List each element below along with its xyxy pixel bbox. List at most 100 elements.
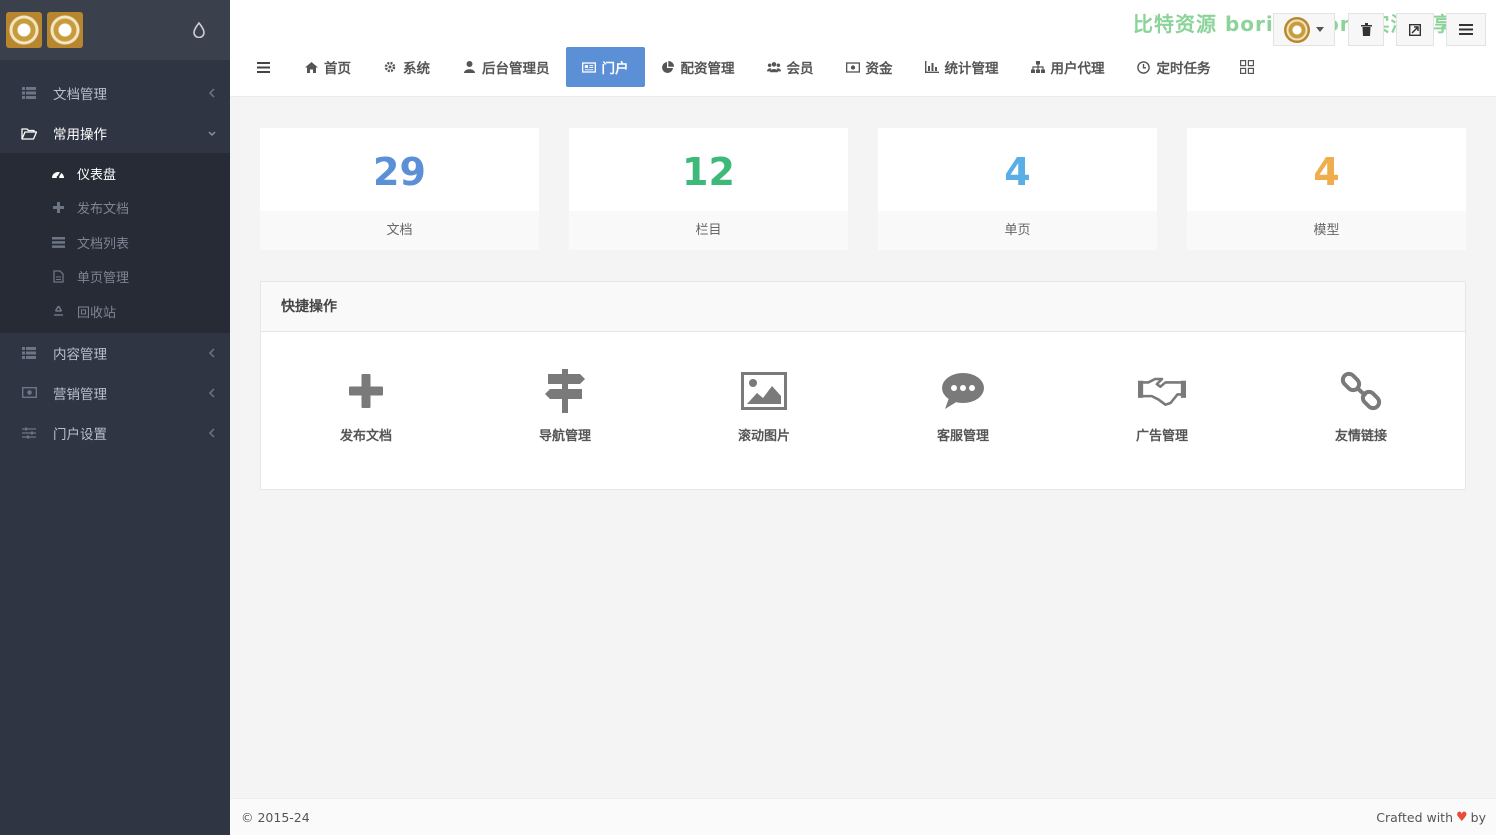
sitemap-icon xyxy=(1030,60,1045,74)
tab-label: 统计管理 xyxy=(944,61,999,77)
sidebar-subitem-label: 单页管理 xyxy=(77,271,130,287)
credit-suffix: by xyxy=(1470,810,1486,825)
quick-label: 客服管理 xyxy=(936,429,989,444)
quick-navigation[interactable]: 导航管理 xyxy=(495,367,635,457)
chevron-left-icon xyxy=(208,387,215,398)
sidebar-item-content[interactable]: 内容管理 xyxy=(0,333,230,373)
tab-funds[interactable]: 资金 xyxy=(830,47,909,87)
tab-label: 定时任务 xyxy=(1156,61,1211,77)
trash-icon xyxy=(1360,23,1372,36)
tab-statistics[interactable]: 统计管理 xyxy=(909,47,1015,87)
theme-drop-icon[interactable] xyxy=(193,22,205,38)
logo-secondary[interactable] xyxy=(47,12,83,48)
logo[interactable] xyxy=(6,12,42,48)
stat-label: 单页 xyxy=(878,211,1157,250)
chevron-down-icon xyxy=(208,131,216,137)
user-icon xyxy=(462,60,476,74)
clear-cache-button[interactable] xyxy=(1348,13,1384,46)
tab-admins[interactable]: 后台管理员 xyxy=(446,47,566,87)
credit-prefix: Crafted with xyxy=(1376,810,1453,825)
stat-value: 4 xyxy=(1004,150,1031,194)
tab-scheduled-tasks[interactable]: 定时任务 xyxy=(1121,47,1227,87)
more-apps-button[interactable] xyxy=(1227,47,1267,87)
quick-publish-doc[interactable]: 发布文档 xyxy=(296,367,436,457)
file-icon xyxy=(51,270,65,284)
sidebar-item-label: 内容管理 xyxy=(53,346,107,363)
sidebar-subitem-pages[interactable]: 单页管理 xyxy=(0,260,230,295)
gear-icon xyxy=(383,60,397,74)
quick-ads[interactable]: 广告管理 xyxy=(1092,367,1232,457)
sidebar-item-docs[interactable]: 文档管理 xyxy=(0,73,230,113)
sidebar-item-portal-settings[interactable]: 门户设置 xyxy=(0,413,230,453)
tab-label: 门户 xyxy=(601,61,629,77)
stat-value: 29 xyxy=(373,150,426,194)
quick-actions-panel: 快捷操作 发布文档 导航管理 滚动图片 客服管理 广告管理 友情链接 xyxy=(260,281,1466,490)
top-navbar: 比特资源 bori99.com 实测分享 首页 系统 后台管理员 门户 xyxy=(230,0,1496,97)
money-icon xyxy=(21,386,37,400)
quick-customer-service[interactable]: 客服管理 xyxy=(893,367,1033,457)
tab-home[interactable]: 首页 xyxy=(296,47,367,87)
money-icon xyxy=(845,60,860,74)
tab-label: 用户代理 xyxy=(1050,61,1105,77)
newspaper-icon xyxy=(581,60,596,74)
link-icon xyxy=(1337,367,1385,415)
sidebar-toggle-button[interactable] xyxy=(230,47,296,87)
avatar xyxy=(1284,16,1310,43)
quick-slider-images[interactable]: 滚动图片 xyxy=(694,367,834,457)
external-link-button[interactable] xyxy=(1396,13,1434,46)
sidebar-subitem-label: 发布文档 xyxy=(77,202,130,218)
tab-portal[interactable]: 门户 xyxy=(565,47,645,87)
tab-system[interactable]: 系统 xyxy=(367,47,446,87)
list-icon xyxy=(21,86,37,100)
tab-label: 资金 xyxy=(865,61,893,77)
chevron-left-icon xyxy=(208,427,215,438)
list-icon xyxy=(51,235,65,249)
tab-agents[interactable]: 用户代理 xyxy=(1015,47,1121,87)
quick-label: 友情链接 xyxy=(1334,429,1387,444)
stat-label: 文档 xyxy=(260,211,539,250)
tab-financing[interactable]: 配资管理 xyxy=(645,47,751,87)
stat-label: 模型 xyxy=(1187,211,1466,250)
quick-label: 滚动图片 xyxy=(737,429,790,444)
sidebar-item-common[interactable]: 常用操作 xyxy=(0,113,230,153)
users-icon xyxy=(766,60,781,74)
stat-card-models[interactable]: 4 模型 xyxy=(1187,128,1466,250)
sidebar-item-marketing[interactable]: 营销管理 xyxy=(0,373,230,413)
settings-panel-button[interactable] xyxy=(1446,13,1486,46)
sidebar-item-label: 营销管理 xyxy=(53,386,107,403)
plus-icon xyxy=(342,367,390,415)
folder-open-icon xyxy=(21,126,37,140)
chevron-left-icon xyxy=(208,347,215,358)
sidebar-subitem-label: 文档列表 xyxy=(77,236,130,252)
quick-friend-links[interactable]: 友情链接 xyxy=(1291,367,1431,457)
user-menu-button[interactable] xyxy=(1273,13,1335,46)
heart-icon: ♥ xyxy=(1456,810,1468,825)
sidebar-subitem-dashboard[interactable]: 仪表盘 xyxy=(0,156,230,191)
tab-label: 配资管理 xyxy=(680,61,735,77)
stat-label: 栏目 xyxy=(569,211,848,250)
image-icon xyxy=(740,367,788,415)
clock-icon xyxy=(1137,60,1151,74)
quick-label: 广告管理 xyxy=(1135,429,1188,444)
sidebar-subitem-label: 仪表盘 xyxy=(77,167,117,183)
bar-chart-icon xyxy=(924,60,939,74)
plus-icon xyxy=(51,201,65,215)
stat-card-columns[interactable]: 12 栏目 xyxy=(569,128,848,250)
stat-card-pages[interactable]: 4 单页 xyxy=(878,128,1157,250)
chevron-left-icon xyxy=(208,88,215,98)
footer-credit: Crafted with ♥ by xyxy=(1376,810,1486,825)
chat-icon xyxy=(939,367,987,415)
stat-card-documents[interactable]: 29 文档 xyxy=(260,128,539,250)
sidebar-subitem-doclist[interactable]: 文档列表 xyxy=(0,225,230,260)
copyright-text: © 2015-24 xyxy=(241,810,310,825)
menu-lines-icon xyxy=(1459,24,1473,35)
sidebar-item-label: 常用操作 xyxy=(53,127,107,143)
external-link-icon xyxy=(1409,23,1421,36)
sidebar-subitem-recycle[interactable]: 回收站 xyxy=(0,294,230,329)
tab-members[interactable]: 会员 xyxy=(751,47,830,87)
stat-value: 4 xyxy=(1313,150,1340,194)
tab-label: 后台管理员 xyxy=(482,61,550,77)
sidebar-subitem-publish[interactable]: 发布文档 xyxy=(0,191,230,226)
tab-label: 会员 xyxy=(786,61,814,77)
panel-title: 快捷操作 xyxy=(261,282,1465,332)
